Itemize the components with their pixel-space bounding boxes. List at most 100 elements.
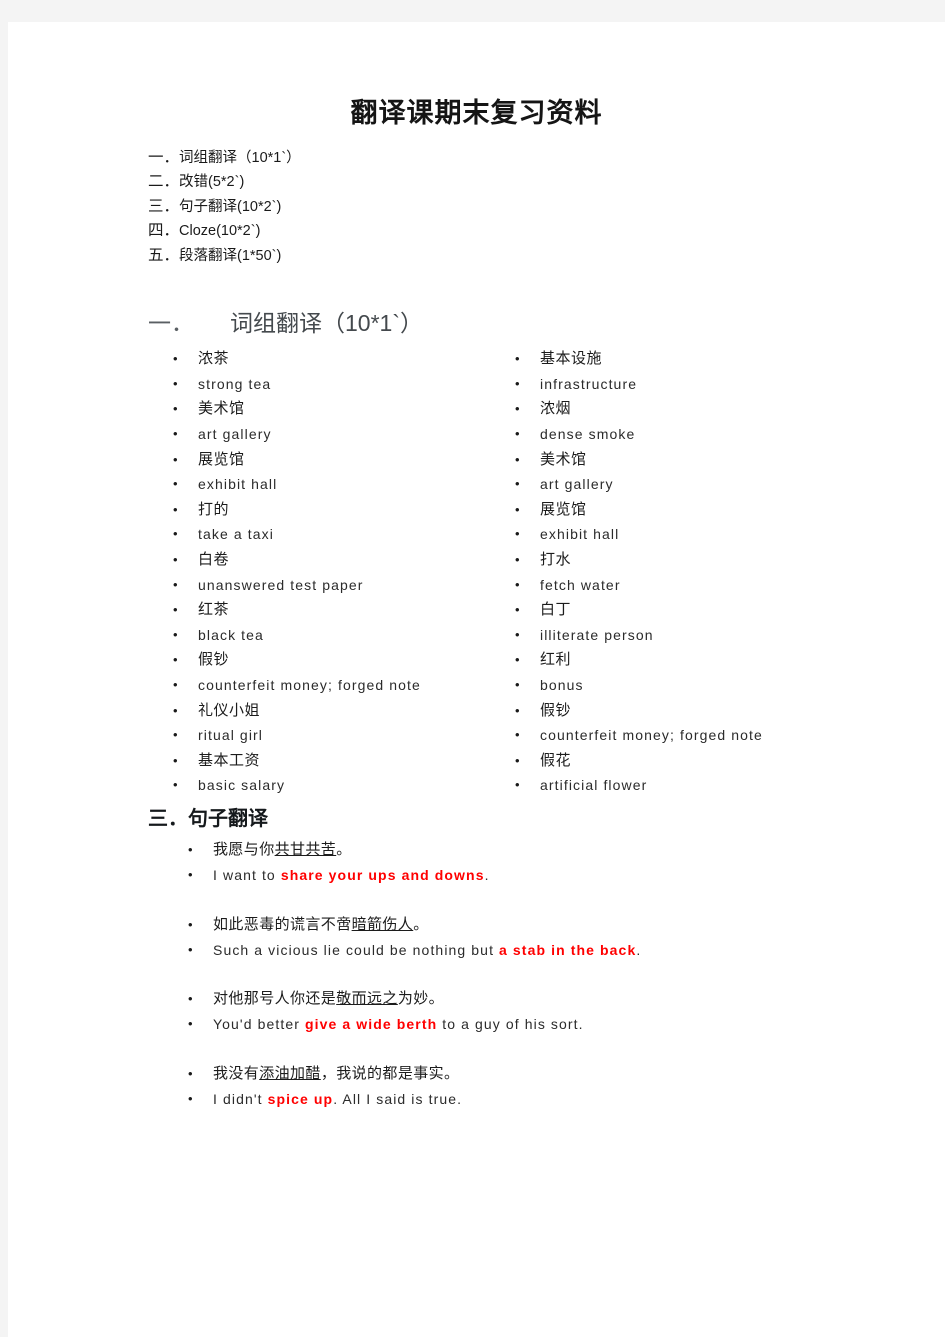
list-item: • 基本设施	[360, 347, 780, 372]
bullet-icon: •	[515, 351, 520, 367]
section-heading-sentence-translation: 三．句子翻译	[148, 808, 268, 831]
phrase-source: 白丁	[540, 601, 572, 619]
bullet-icon: •	[173, 652, 178, 668]
sentence-source-idiom: 添油加醋	[259, 1064, 321, 1082]
phrase-source: 基本工资	[198, 751, 261, 769]
list-item: • strong tea	[8, 372, 378, 398]
section-heading-phrase-translation: 一． 词组翻译（10*1`）	[8, 268, 945, 338]
bullet-icon: •	[515, 375, 520, 391]
sentence-source: 如此恶毒的谎言不啻暗箭伤人。	[213, 915, 429, 933]
sentence-translation: Such a vicious lie could be nothing but …	[213, 941, 642, 958]
toc-item: 四．Cloze(10*2`)	[8, 219, 945, 244]
bullet-icon: •	[188, 916, 193, 932]
phrase-translation: strong tea	[198, 375, 272, 392]
bullet-icon: •	[173, 425, 178, 441]
list-item: • 礼仪小姐	[8, 699, 378, 724]
bullet-icon: •	[188, 941, 193, 957]
list-item: • 白卷	[8, 548, 378, 573]
sentence-source-idiom: 暗箭伤人	[351, 915, 414, 933]
toc-item: 三．句子翻译(10*2`)	[8, 195, 945, 220]
toc-item: 二．改错(5*2`)	[8, 170, 945, 195]
list-item: • basic salary	[8, 773, 378, 799]
toc-item-label: 句子翻译(10*2`)	[179, 198, 282, 215]
list-item: • ritual girl	[8, 723, 378, 749]
bullet-icon: •	[515, 702, 520, 718]
phrase-source: 红利	[540, 651, 572, 669]
list-spacer	[8, 963, 945, 987]
toc-item-label: 改错(5*2`)	[179, 174, 245, 191]
phrase-translation: artificial flower	[540, 777, 648, 794]
bullet-icon: •	[173, 727, 178, 743]
bullet-icon: •	[173, 626, 178, 642]
bullet-icon: •	[173, 476, 178, 492]
sentence-source-idiom: 敬而远之	[336, 990, 398, 1008]
bullet-icon: •	[173, 752, 178, 768]
toc-item-number: 三．	[148, 197, 180, 215]
phrase-source: 美术馆	[540, 450, 587, 468]
list-item: • 红利	[360, 648, 780, 673]
bullet-icon: •	[188, 842, 193, 858]
phrase-translation: illiterate person	[540, 626, 654, 643]
phrase-source: 浓烟	[540, 400, 572, 418]
phrase-translation: counterfeit money; forged note	[540, 727, 763, 744]
phrase-column-left: • 浓茶 • strong tea • 美术馆 • art gallery • 展览馆 • exhib…	[8, 347, 420, 799]
phrase-translation: exhibit hall	[198, 476, 278, 493]
toc-item: 五．段落翻译(1*50`)	[8, 244, 945, 269]
bullet-icon: •	[173, 401, 178, 417]
sentence-translation-list: • 我愿与你共甘共苦。 • I want to share your ups and …	[8, 838, 945, 1112]
bullet-icon: •	[173, 777, 178, 793]
phrase-source: 假钞	[198, 651, 230, 669]
list-item: • 浓烟	[360, 397, 780, 422]
list-item: • 我没有添油加醋，我说的都是事实。	[8, 1062, 945, 1087]
list-item: • 打的	[8, 498, 378, 523]
list-item: • 打水	[360, 548, 780, 573]
phrase-columns: • 浓茶 • strong tea • 美术馆 • art gallery • 展览馆 • exhib…	[8, 347, 945, 799]
phrase-translation: fetch water	[540, 576, 621, 593]
list-item: • I didn't spice up. All I said is true.	[8, 1087, 945, 1113]
bullet-icon: •	[173, 451, 178, 467]
list-item: • I want to share your ups and downs.	[8, 863, 945, 889]
phrase-source: 白卷	[198, 550, 230, 568]
list-item: • Such a vicious lie could be nothing but…	[8, 938, 945, 964]
bullet-icon: •	[515, 727, 520, 743]
bullet-icon: •	[173, 676, 178, 692]
list-item: • 白丁	[360, 598, 780, 623]
bullet-icon: •	[515, 401, 520, 417]
bullet-icon: •	[515, 602, 520, 618]
list-item: • exhibit hall	[360, 522, 780, 548]
phrase-source: 礼仪小姐	[198, 701, 261, 719]
page-title: 翻译课期末复习资料	[350, 98, 603, 128]
toc-item-label: 段落翻译(1*50`)	[179, 247, 282, 264]
phrase-translation: dense smoke	[540, 425, 636, 442]
phrase-source: 美术馆	[198, 400, 245, 418]
list-item: • 美术馆	[360, 448, 780, 473]
toc-item: 一．词组翻译（10*1`）	[8, 146, 945, 171]
sentence-translation-highlight: give a wide berth	[304, 1016, 438, 1033]
bullet-icon: •	[515, 501, 520, 517]
phrase-translation: infrastructure	[540, 375, 638, 392]
bullet-icon: •	[515, 576, 520, 592]
bullet-icon: •	[173, 602, 178, 618]
list-item: • counterfeit money; forged note	[360, 723, 780, 749]
phrase-source: 假花	[540, 751, 572, 769]
sentence-source: 对他那号人你还是敬而远之为妙。	[213, 990, 445, 1008]
bullet-icon: •	[515, 652, 520, 668]
bullet-icon: •	[515, 476, 520, 492]
toc-item-number: 一．	[148, 148, 180, 166]
phrase-translation: art gallery	[540, 476, 614, 493]
section-number: 一．	[148, 310, 194, 337]
sentence-translation-highlight: share your ups and downs	[280, 866, 485, 883]
sentence-translation: You'd better give a wide berth to a guy …	[213, 1016, 584, 1033]
sentence-translation: I didn't spice up. All I said is true.	[213, 1090, 463, 1107]
phrase-column-right: • 基本设施 • infrastructure • 浓烟 • dense smoke • 美术馆 •…	[360, 347, 780, 799]
bullet-icon: •	[515, 451, 520, 467]
phrase-source: 红茶	[198, 601, 230, 619]
bullet-icon: •	[515, 626, 520, 642]
phrase-translation: exhibit hall	[540, 526, 620, 543]
bullet-icon: •	[188, 1016, 193, 1032]
phrase-translation: take a taxi	[198, 526, 274, 543]
bullet-icon: •	[515, 676, 520, 692]
list-spacer	[8, 1038, 945, 1062]
list-item: • 基本工资	[8, 749, 378, 774]
bullet-icon: •	[188, 866, 193, 882]
